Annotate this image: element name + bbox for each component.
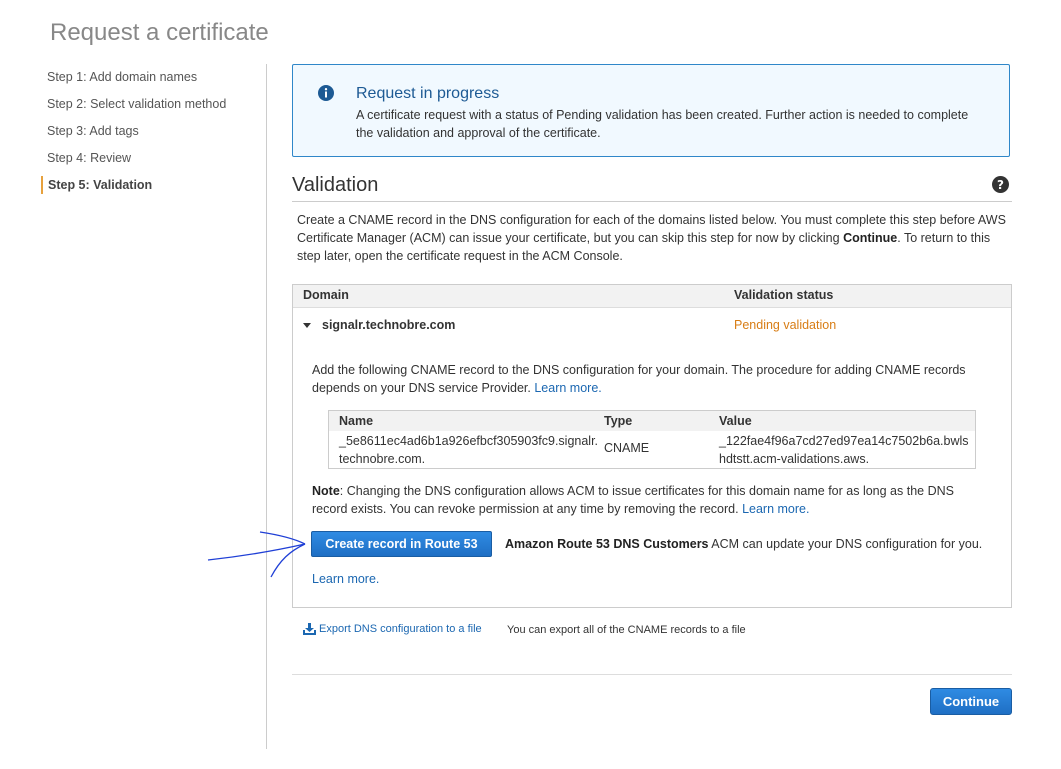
- validation-intro: Create a CNAME record in the DNS configu…: [297, 211, 1009, 265]
- dns-note: Note: Changing the DNS configuration all…: [312, 482, 992, 518]
- alert-title: Request in progress: [356, 85, 500, 102]
- cname-value: _122fae4f96a7cd27ed97ea14c7502b6a.bwlshd…: [719, 434, 969, 466]
- note-learn-more-link[interactable]: Learn more.: [742, 502, 809, 516]
- svg-text:?: ?: [997, 178, 1004, 192]
- section-divider: [292, 201, 1012, 202]
- chevron-down-icon[interactable]: [303, 323, 311, 328]
- route53-text: ACM can update your DNS configuration fo…: [708, 537, 983, 551]
- header-domain: Domain: [303, 288, 349, 302]
- step-5-active: Step 5: Validation: [41, 176, 261, 194]
- sidebar-divider: [266, 64, 267, 749]
- cname-table-header: Name Type Value: [329, 411, 975, 431]
- note-label: Note: [312, 484, 340, 498]
- wizard-steps: Step 1: Add domain names Step 2: Select …: [41, 68, 261, 194]
- step-4[interactable]: Step 4: Review: [41, 149, 261, 176]
- step-2[interactable]: Step 2: Select validation method: [41, 95, 261, 122]
- domain-row[interactable]: signalr.technobre.com Pending validation: [293, 309, 1011, 339]
- info-alert: Request in progress A certificate reques…: [292, 64, 1010, 157]
- page-title: Request a certificate: [50, 19, 269, 46]
- domain-table-header: Domain Validation status: [293, 285, 1011, 308]
- note-text: : Changing the DNS configuration allows …: [312, 484, 954, 516]
- route53-bold: Amazon Route 53 DNS Customers: [505, 537, 709, 551]
- footer-divider: [292, 674, 1012, 675]
- cname-header-value: Value: [719, 414, 752, 428]
- cname-type: CNAME: [604, 441, 650, 455]
- export-dns-link[interactable]: Export DNS configuration to a file: [303, 623, 482, 635]
- create-record-route53-button[interactable]: Create record in Route 53: [311, 531, 492, 557]
- export-link-label[interactable]: Export DNS configuration to a file: [319, 623, 482, 635]
- download-icon: [303, 623, 316, 635]
- intro-continue-bold: Continue: [843, 231, 898, 245]
- route53-description: Amazon Route 53 DNS Customers ACM can up…: [505, 537, 982, 551]
- cname-name: _5e8611ec4ad6b1a926efbcf305903fc9.signal…: [339, 434, 599, 466]
- info-icon: [318, 85, 334, 101]
- learn-more-link[interactable]: Learn more.: [534, 381, 601, 395]
- cname-instructions: Add the following CNAME record to the DN…: [312, 361, 992, 397]
- cname-header-type: Type: [604, 414, 633, 428]
- step-1[interactable]: Step 1: Add domain names: [41, 68, 261, 95]
- continue-button[interactable]: Continue: [930, 688, 1012, 715]
- step-3[interactable]: Step 3: Add tags: [41, 122, 261, 149]
- domain-name: signalr.technobre.com: [322, 318, 456, 332]
- hand-drawn-arrow-annotation: [207, 531, 306, 578]
- cname-header-name: Name: [339, 414, 374, 428]
- route53-learn-more-link[interactable]: Learn more.: [312, 572, 379, 586]
- validation-title: Validation: [292, 174, 379, 196]
- domain-table: Domain Validation status signalr.technob…: [292, 284, 1012, 608]
- instructions-text: Add the following CNAME record to the DN…: [312, 363, 966, 395]
- header-validation-status: Validation status: [734, 288, 834, 302]
- alert-body: A certificate request with a status of P…: [356, 108, 969, 140]
- status-pending: Pending validation: [734, 318, 837, 332]
- cname-row: _5e8611ec4ad6b1a926efbcf305903fc9.signal…: [329, 431, 975, 468]
- cname-table: Name Type Value _5e8611ec4ad6b1a926efbcf…: [328, 410, 976, 469]
- export-note: You can export all of the CNAME records …: [507, 624, 746, 636]
- help-icon[interactable]: ?: [992, 176, 1009, 193]
